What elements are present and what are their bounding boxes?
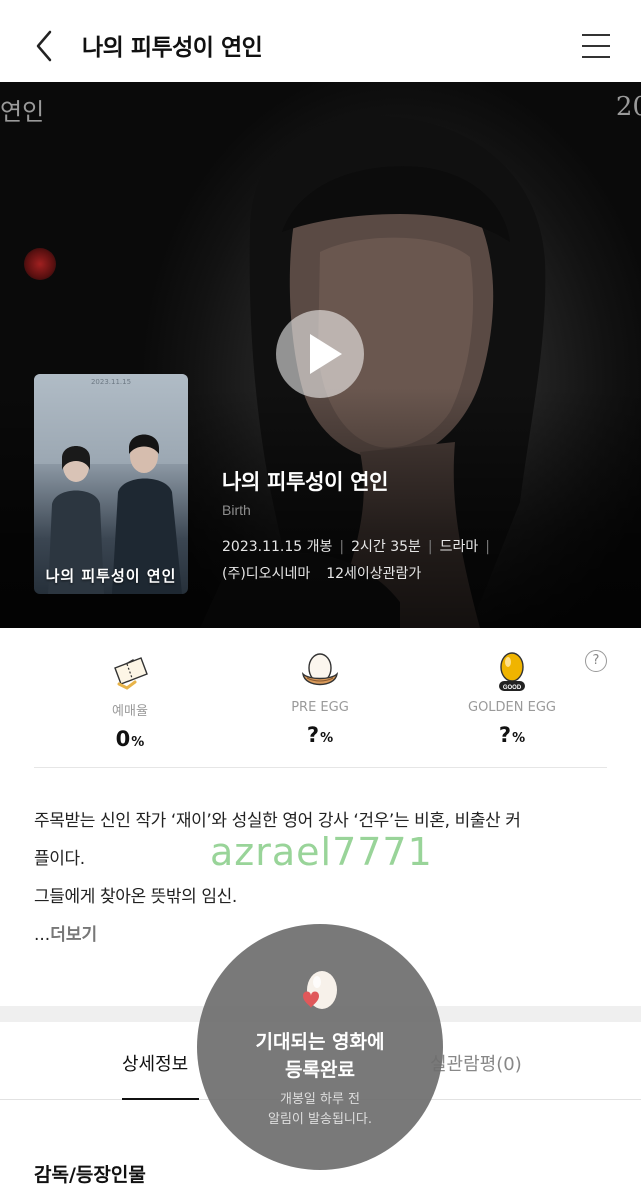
distributor: (주)디오시네마 [222,566,311,582]
play-icon [310,334,342,374]
movie-meta-line-2: (주)디오시네마 12세이상관람가 [222,563,421,583]
stat-label: GOLDEN EGG [468,700,556,715]
stat-golden-egg: GOOD GOLDEN EGG ?% [432,648,592,747]
watermark-text: azrael7771 [210,830,433,874]
poster-title: 나의 피투성이 연인 [45,567,177,585]
stat-value: 0% [115,727,145,751]
runtime: 2시간 35분 [351,539,421,555]
stats-divider [34,767,607,768]
movie-stats: 예매율 0% PRE EGG ?% GOOD GOLDEN EGG ?% ? [0,628,641,768]
meta-separator: | [485,539,490,555]
active-tab-indicator [122,1098,199,1100]
movie-english-title: Birth [222,502,251,518]
meta-separator: | [339,539,345,555]
stat-value: ?% [498,723,526,747]
help-icon[interactable]: ? [585,650,607,672]
stat-label: PRE EGG [291,700,349,715]
movie-meta-line: 2023.11.15 개봉 | 2시간 35분 | 드라마 | [222,536,497,556]
heart-egg-icon [303,971,337,1009]
hamburger-menu-icon [582,34,610,58]
menu-button[interactable] [581,30,611,60]
egg-nest-icon [302,653,338,686]
cast-section-title: 감독/등장인물 [34,1164,146,1186]
app-header: 나의 피투성이 연인 [0,0,641,82]
golden-egg-icon: GOOD [499,652,525,691]
poster-illustration [34,374,188,594]
play-trailer-button[interactable] [276,310,364,398]
stat-reservation-rate: 예매율 0% [50,648,210,751]
stat-pre-egg: PRE EGG ?% [240,648,400,747]
age-rating: 12세이상관람가 [326,566,422,582]
stat-label: 예매율 [112,704,148,719]
release-date: 2023.11.15 개봉 [222,539,333,555]
meta-separator: | [427,539,433,555]
wishlist-added-toast: 기대되는 영화에 등록완료 개봉일 하루 전 알림이 발송됩니다. [197,924,443,1170]
trailer-hero: 연인 20 2023.11.15 나의 피투성이 연 [0,82,641,628]
synopsis-line: 그들에게 찾아온 뜻밖의 임신. [34,887,237,907]
toast-title: 기대되는 영화에 등록완료 [255,1031,385,1081]
back-arrow-icon [36,30,52,62]
page-title: 나의 피투성이 연인 [82,35,263,61]
back-button[interactable] [28,26,64,66]
toast-subtitle: 개봉일 하루 전 알림이 발송됩니다. [268,1092,372,1127]
stat-value: ?% [306,723,334,747]
show-more-link[interactable]: ...더보기 [34,920,97,945]
movie-title: 나의 피투성이 연인 [222,470,389,494]
tab-details[interactable]: 상세정보 [122,1050,188,1076]
tab-reviews[interactable]: 실관람평(0) [430,1050,522,1076]
svg-text:GOOD: GOOD [503,685,522,691]
genre: 드라마 [439,539,479,555]
ticket-icon [114,657,148,690]
movie-poster[interactable]: 2023.11.15 나의 피투성이 연인 [34,374,188,594]
